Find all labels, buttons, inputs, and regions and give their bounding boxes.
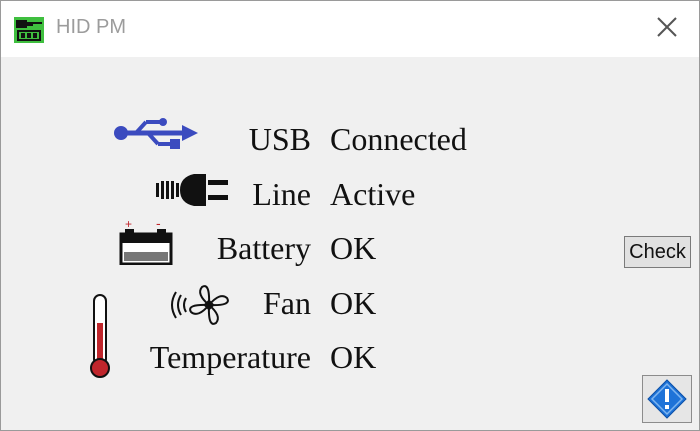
status-value-fan: OK [330,285,377,321]
close-icon[interactable] [653,13,681,41]
thermometer-icon [88,293,112,384]
status-label-fan: Fan [263,285,311,321]
status-value-line: Active [330,176,416,212]
usb-icon [112,117,200,156]
info-diamond-icon [647,379,687,419]
window-title: HID PM [56,16,126,38]
hid-pm-window: HID PM USB Connected Line Active + - Bat… [0,0,700,431]
status-label-battery: Battery [216,230,311,266]
status-label-temperature: Temperature [149,339,311,375]
status-label-usb: USB [248,121,311,157]
status-value-battery: OK [330,230,377,266]
status-value-temperature: OK [330,339,377,375]
title-bar: HID PM [1,1,699,57]
info-button[interactable] [642,375,692,423]
check-button[interactable]: Check [624,236,691,268]
status-value-usb: Connected [330,121,467,157]
status-label-line: Line [252,176,311,212]
app-icon [14,17,44,43]
